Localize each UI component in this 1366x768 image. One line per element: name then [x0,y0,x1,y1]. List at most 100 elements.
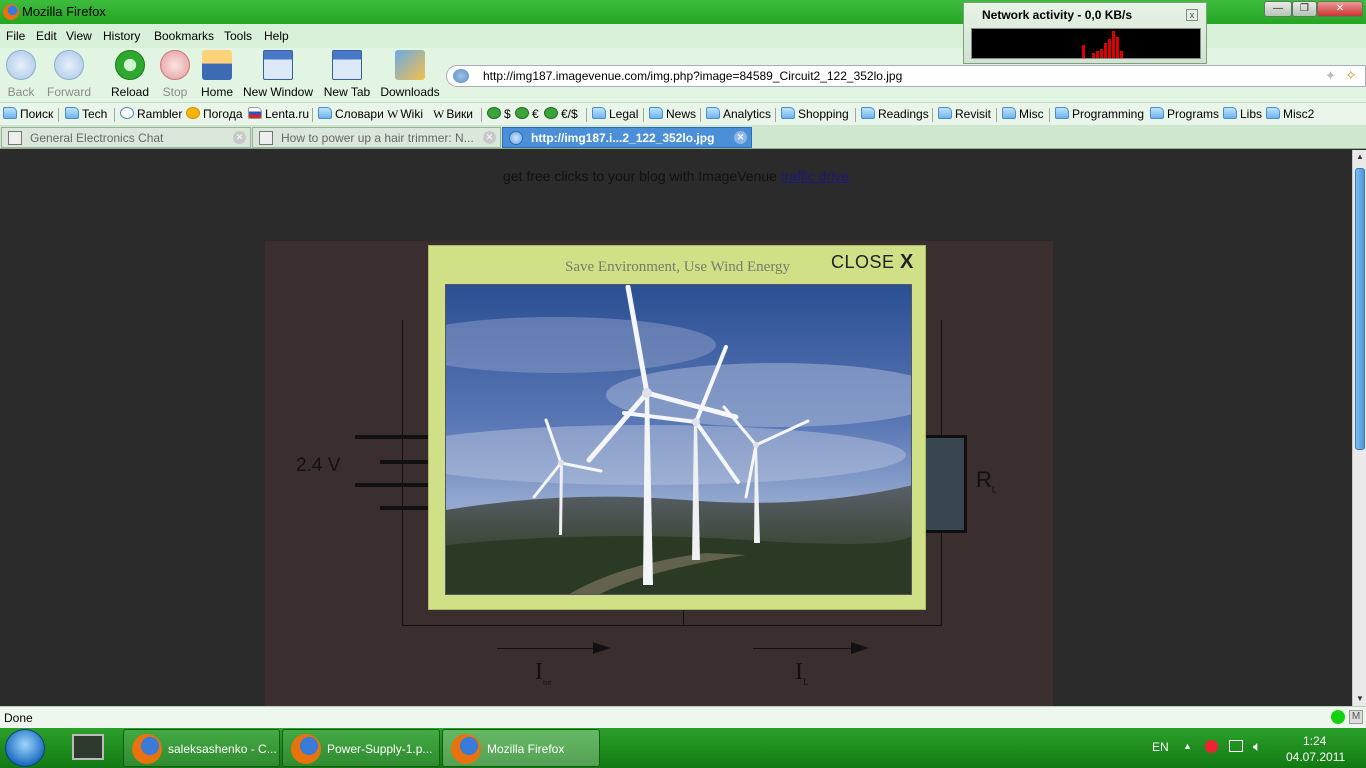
close-modal-button[interactable]: CLOSE X [831,251,914,274]
folder-icon [861,107,875,119]
folder-icon [592,107,606,119]
tab-general-electronics-chat[interactable]: General Electronics Chat ✕ [1,127,251,148]
bookmark-revisit[interactable]: Revisit [938,107,991,121]
bookmark-viki[interactable]: W Вики [433,107,473,122]
bookmark-misc2[interactable]: Misc2 [1266,107,1314,121]
folder-icon [318,107,332,119]
currency-icon [544,107,558,119]
separator [58,108,59,122]
menu-file[interactable]: File [6,29,25,43]
network-icon[interactable] [1229,740,1243,752]
currency-icon [487,107,501,119]
minimize-button[interactable]: — [1264,1,1292,17]
folder-icon [1266,107,1280,119]
site-identity-icon[interactable] [453,69,469,83]
folder-icon [938,107,952,119]
bookmark-programming[interactable]: Programming [1055,107,1144,121]
home-icon [202,50,232,80]
addon-m-icon[interactable]: M [1349,710,1363,724]
bookmark-wiki[interactable]: W Wiki [387,107,423,122]
firefox-icon [291,734,321,764]
start-button[interactable] [5,729,45,767]
separator [775,108,776,122]
forward-arrow-icon [54,50,84,80]
vertical-scrollbar[interactable]: ▲ ▼ [1352,150,1366,706]
show-desktop-icon[interactable] [72,734,104,760]
bookmark-poisk[interactable]: Поиск [3,107,53,121]
bookmark-tech[interactable]: Tech [65,107,107,121]
bookmarks-toolbar: Поиск Tech Rambler Погода Lenta.ru Слова… [0,102,1366,125]
bookmark-slovari[interactable]: Словари [318,107,384,121]
battery-plate [380,460,430,464]
menu-view[interactable]: View [66,29,92,43]
menu-history[interactable]: History [103,29,140,43]
bookmark-pogoda[interactable]: Погода [186,107,243,121]
clock-time[interactable]: 1:24 [1303,734,1326,748]
bookmark-programs[interactable]: Programs [1150,107,1219,121]
bookmark-star-icon[interactable]: ✦ [1325,68,1336,84]
forward-button[interactable]: Forward [47,50,91,99]
film-icon [259,131,273,145]
reload-button[interactable]: Reload [111,50,149,99]
total-current-label: Itot [535,659,552,687]
bookmark-libs[interactable]: Libs [1223,107,1262,121]
network-activity-graph [971,28,1201,59]
bookmark-eur-usd[interactable]: €/$ [544,107,578,121]
new-window-button[interactable]: New Window [242,50,314,99]
scroll-up-icon[interactable]: ▲ [1355,152,1365,162]
bookmark-legal[interactable]: Legal [592,107,638,121]
close-window-button[interactable]: ✕ [1317,1,1363,17]
address-bar[interactable]: http://img187.imagevenue.com/img.php?ima… [446,65,1366,87]
show-hidden-icons-icon[interactable]: ▲ [1183,741,1192,751]
menu-help[interactable]: Help [264,29,289,43]
folder-icon [781,107,795,119]
taskbar-item-mozilla-firefox[interactable]: Mozilla Firefox [442,729,600,767]
network-activity-popup: Network activity - 0,0 KB/s x [963,2,1207,64]
volume-icon[interactable]: 🔈︎ [1253,738,1261,755]
rss-feed-icon[interactable]: ✧ [1345,67,1357,84]
tab-hair-trimmer[interactable]: How to power up a hair trimmer: N... ✕ [252,127,501,148]
menu-bookmarks[interactable]: Bookmarks [154,29,214,43]
downloads-button[interactable]: Downloads [379,50,441,99]
home-button[interactable]: Home [200,50,234,99]
maximize-button[interactable]: ❐ [1292,1,1317,17]
separator [481,108,482,122]
new-tab-button[interactable]: New Tab [322,50,372,99]
close-tab-icon[interactable]: ✕ [483,131,496,144]
antivirus-icon[interactable] [1205,740,1218,753]
separator [114,108,115,122]
bookmark-readings[interactable]: Readings [861,107,929,121]
taskbar-item-power-supply[interactable]: Power-Supply-1.p... [282,729,440,767]
language-indicator[interactable]: EN [1152,740,1169,754]
separator [586,108,587,122]
clock-date[interactable]: 04.07.2011 [1286,750,1345,764]
close-tab-icon[interactable]: ✕ [233,131,246,144]
taskbar-item-saleksashenko[interactable]: saleksashenko - C... [123,729,280,767]
bookmark-analytics[interactable]: Analytics [706,107,771,121]
separator [700,108,701,122]
bookmark-shopping[interactable]: Shopping [781,107,849,121]
new-tab-icon [332,50,362,80]
bookmark-usd[interactable]: $ [487,107,511,121]
bookmark-eur[interactable]: € [515,107,539,121]
menu-edit[interactable]: Edit [36,29,57,43]
menu-tools[interactable]: Tools [224,29,252,43]
wind-turbines-image [446,285,911,594]
wire-bottom [402,625,942,626]
close-tab-icon[interactable]: ✕ [734,131,747,144]
arrow-head [851,642,869,654]
traffic-drive-link[interactable]: traffic drive [781,168,849,184]
stop-button[interactable]: Stop [160,50,190,99]
status-bar: Done M [0,706,1366,728]
scrollbar-thumb[interactable] [1355,168,1365,450]
close-popup-button[interactable]: x [1186,9,1198,21]
tab-imagevenue[interactable]: http://img187.i...2_122_352lo.jpg ✕ [502,127,752,148]
scroll-down-icon[interactable]: ▼ [1355,694,1365,704]
status-indicator-icon[interactable] [1331,710,1345,724]
bookmark-news[interactable]: News [649,107,696,121]
bookmark-lenta[interactable]: Lenta.ru [248,107,309,121]
back-button[interactable]: Back [5,50,37,99]
bookmark-misc[interactable]: Misc [1002,107,1044,121]
new-window-icon [263,50,293,80]
bookmark-rambler[interactable]: Rambler [120,107,182,121]
